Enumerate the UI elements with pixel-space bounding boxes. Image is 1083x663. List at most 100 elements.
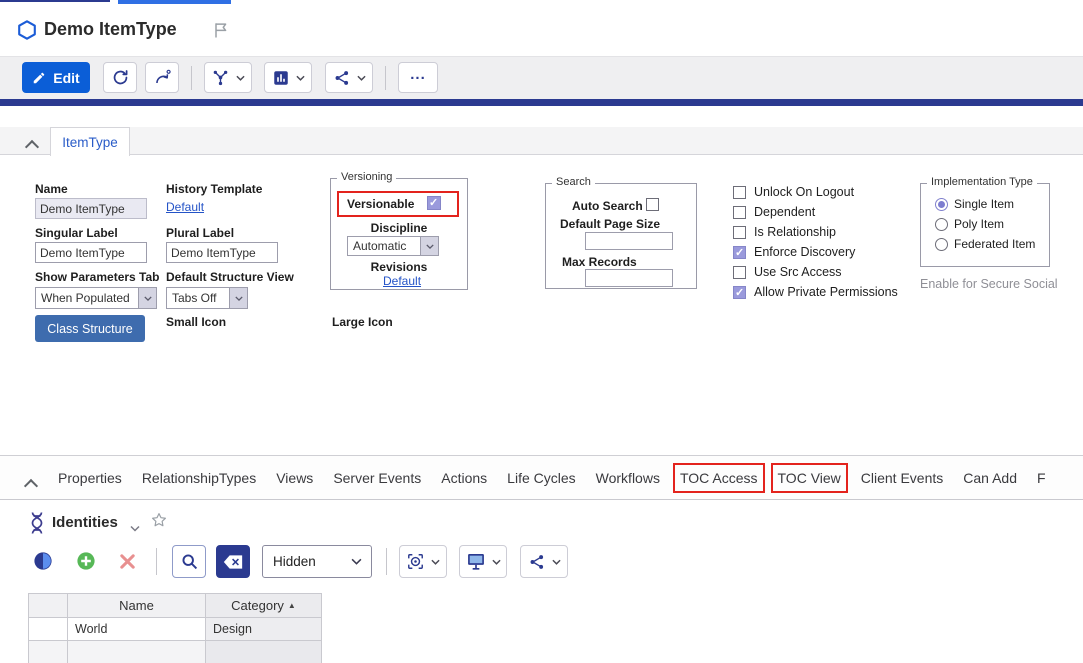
relationship-tab-properties[interactable]: Properties — [58, 470, 122, 486]
flag-icon[interactable] — [211, 20, 231, 40]
versionable-label: Versionable — [347, 197, 414, 211]
identities-dropdown-chevron[interactable] — [130, 519, 140, 537]
allow-private-permissions-checkbox[interactable] — [733, 286, 746, 299]
column-header-category[interactable]: Category ▲ — [206, 594, 321, 618]
edit-button[interactable]: Edit — [22, 62, 90, 93]
chevron-down-icon — [138, 288, 156, 308]
more-button-label: ... — [410, 66, 426, 83]
discipline-label: Discipline — [331, 221, 467, 235]
class-structure-button[interactable]: Class Structure — [35, 315, 145, 342]
enforce-discovery-label: Enforce Discovery — [754, 245, 855, 259]
search-button[interactable] — [172, 545, 206, 578]
single-item-radio[interactable] — [935, 198, 948, 211]
name-field[interactable] — [35, 198, 147, 219]
target-menu-button[interactable] — [399, 545, 447, 578]
delete-icon[interactable] — [118, 552, 137, 571]
relationship-tab-clipped[interactable]: F — [1037, 470, 1046, 486]
unlock-on-logout-checkbox[interactable] — [733, 186, 746, 199]
tab-itemtype[interactable]: ItemType — [50, 127, 130, 156]
relationship-tab-server-events[interactable]: Server Events — [333, 470, 421, 486]
history-template-link[interactable]: Default — [166, 200, 204, 214]
enforce-discovery-checkbox[interactable] — [733, 246, 746, 259]
hidden-filter-select[interactable]: Hidden — [262, 545, 372, 578]
auto-search-checkbox[interactable] — [646, 198, 659, 211]
single-item-label: Single Item — [954, 197, 1014, 211]
collapse-relationships-panel[interactable] — [26, 478, 36, 496]
implementation-type-groupbox: Implementation Type Single Item Poly Ite… — [920, 183, 1050, 267]
column-header-name[interactable]: Name — [68, 594, 206, 618]
name-label: Name — [35, 182, 68, 196]
refresh-button[interactable] — [103, 62, 137, 93]
structure-menu-button[interactable] — [204, 62, 252, 93]
chevron-up-icon — [24, 479, 38, 493]
share-menu-button-grid[interactable] — [520, 545, 568, 578]
federated-item-radio[interactable] — [935, 238, 948, 251]
cell-name — [68, 641, 206, 663]
app-window: Demo ItemType Edit — [0, 0, 1083, 663]
top-edge-fragment — [0, 0, 110, 2]
identities-table: Name Category ▲ World Design — [28, 593, 322, 663]
is-relationship-label: Is Relationship — [754, 225, 836, 239]
relationship-tab-actions[interactable]: Actions — [441, 470, 487, 486]
add-existing-icon[interactable] — [76, 551, 96, 571]
chevron-down-icon — [420, 237, 438, 255]
implementation-type-legend: Implementation Type — [927, 176, 1037, 188]
share-icon — [333, 69, 351, 87]
versioning-groupbox: Versioning Versionable Discipline Automa… — [330, 178, 468, 290]
relationship-tab-toc-access[interactable]: TOC Access — [680, 470, 758, 486]
column-header-blank[interactable] — [29, 594, 68, 618]
dependent-label: Dependent — [754, 205, 815, 219]
new-item-icon[interactable] — [33, 551, 53, 571]
favorite-star-icon[interactable] — [150, 511, 168, 529]
revisions-link[interactable]: Default — [383, 274, 421, 288]
allow-private-permissions-label: Allow Private Permissions — [754, 285, 898, 299]
collapse-form-panel[interactable] — [27, 139, 37, 157]
relationship-tab-can-add[interactable]: Can Add — [963, 470, 1017, 486]
table-row[interactable]: World Design — [29, 618, 321, 641]
plural-label-field[interactable] — [166, 242, 278, 263]
use-src-access-checkbox[interactable] — [733, 266, 746, 279]
cell-category[interactable]: Design — [206, 618, 321, 641]
default-structure-view-select[interactable]: Tabs Off — [166, 287, 248, 309]
itemtype-logo-icon — [16, 19, 38, 41]
share-icon — [528, 553, 546, 571]
poly-item-radio[interactable] — [935, 218, 948, 231]
relationship-tab-workflows[interactable]: Workflows — [596, 470, 660, 486]
relationship-tab-life-cycles[interactable]: Life Cycles — [507, 470, 575, 486]
show-parameters-tab-select[interactable]: When Populated — [35, 287, 157, 309]
cell-category-value: Design — [213, 622, 252, 636]
versionable-checkbox[interactable] — [427, 196, 441, 210]
small-icon-label: Small Icon — [166, 315, 226, 329]
share-menu-button[interactable] — [325, 62, 373, 93]
max-records-field[interactable] — [585, 269, 673, 287]
clear-search-button[interactable] — [216, 545, 250, 578]
is-relationship-checkbox[interactable] — [733, 226, 746, 239]
sort-ascending-icon: ▲ — [288, 601, 296, 610]
search-icon — [180, 552, 199, 571]
reports-menu-button[interactable] — [264, 62, 312, 93]
default-page-size-field[interactable] — [585, 232, 673, 250]
secure-social-note: Enable for Secure Social — [920, 277, 1058, 291]
default-structure-view-label: Default Structure View — [166, 270, 294, 284]
federated-item-label: Federated Item — [954, 237, 1035, 251]
singular-label-field[interactable] — [35, 242, 147, 263]
restore-button[interactable] — [145, 62, 179, 93]
hidden-filter-value: Hidden — [273, 554, 316, 569]
chevron-down-icon — [492, 559, 501, 565]
search-legend: Search — [552, 176, 595, 188]
show-parameters-tab-label: Show Parameters Tab — [35, 270, 160, 284]
relationship-tab-strip: Properties RelationshipTypes Views Serve… — [0, 456, 1083, 500]
row-selector-cell[interactable] — [29, 618, 68, 641]
row-selector-cell — [29, 641, 68, 663]
relationship-tab-views[interactable]: Views — [276, 470, 313, 486]
relationship-tab-relationshiptypes[interactable]: RelationshipTypes — [142, 470, 256, 486]
display-menu-button[interactable] — [459, 545, 507, 578]
default-structure-view-value: Tabs Off — [167, 288, 229, 308]
relationship-tab-toc-view[interactable]: TOC View — [778, 470, 841, 486]
relationship-tab-client-events[interactable]: Client Events — [861, 470, 943, 486]
discipline-select[interactable]: Automatic — [347, 236, 439, 256]
dependent-checkbox[interactable] — [733, 206, 746, 219]
more-button[interactable]: ... — [398, 62, 438, 93]
cell-name[interactable]: World — [68, 618, 206, 641]
table-header-row: Name Category ▲ — [29, 594, 321, 618]
